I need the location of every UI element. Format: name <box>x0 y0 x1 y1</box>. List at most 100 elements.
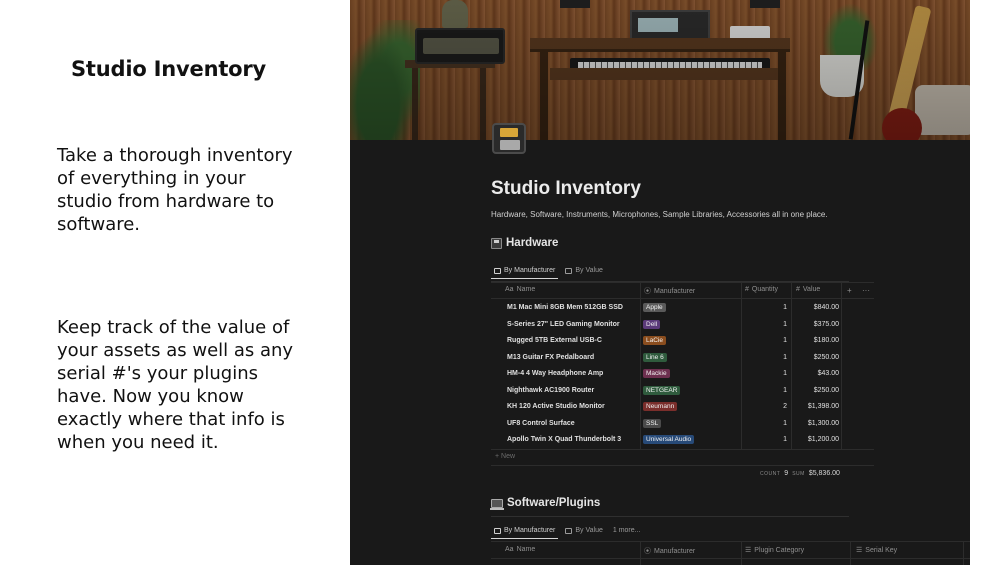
cell-quantity: 2 <box>783 403 787 410</box>
page-description[interactable]: Hardware, Software, Instruments, Microph… <box>491 210 828 219</box>
select-type-icon: ⦿ <box>644 548 651 555</box>
new-row-button[interactable]: + New <box>495 453 515 460</box>
cell-value: $180.00 <box>813 337 839 344</box>
tab-label: By Value <box>575 267 603 274</box>
hardware-heading-label: Hardware <box>506 237 559 249</box>
cell-quantity: 1 <box>783 386 787 394</box>
cell-value: $1,300.00 <box>807 419 839 427</box>
cover-image[interactable] <box>350 0 970 140</box>
cell-value: $375.00 <box>813 320 839 328</box>
hardware-heading[interactable]: Hardware <box>491 237 558 249</box>
section-divider <box>491 516 849 517</box>
table-row[interactable]: Nighthawk AC1900 Router NETGEAR 1 $250.0… <box>491 383 871 400</box>
table-icon <box>494 527 501 534</box>
cell-name: Apollo Twin X Quad Thunderbolt 3 <box>507 436 622 443</box>
software-view-tabs: By Manufacturer By Value 1 more... <box>490 527 641 539</box>
table-row[interactable]: S-Series 27" LED Gaming Monitor Dell 1 $… <box>491 317 871 334</box>
software-table-top-border <box>491 541 970 542</box>
column-header-quantity[interactable]: # Quantity <box>745 286 778 293</box>
cell-value: $1,200.00 <box>807 436 839 443</box>
manufacturer-tag: Line 6 <box>643 352 667 362</box>
tab-label: By Value <box>575 527 603 534</box>
column-header-label: Manufacturer <box>654 547 696 555</box>
column-divider <box>741 541 742 565</box>
table-row[interactable]: HM-4 4 Way Headphone Amp Mackie 1 $43.00 <box>491 366 871 383</box>
manufacturer-tag: Dell <box>643 319 661 329</box>
cover-shade <box>350 0 970 140</box>
hardware-view-tabs: By Manufacturer By Value <box>490 267 603 279</box>
tab-by-manufacturer[interactable]: By Manufacturer <box>490 267 559 279</box>
tab-label: 1 more... <box>612 527 641 534</box>
floppy-label <box>500 128 518 137</box>
manufacturer-tag: LaCie <box>643 336 666 345</box>
cell-name: M1 Mac Mini 8GB Mem 512GB SSD <box>507 304 623 311</box>
marketing-paragraph-2: Keep track of the value of your assets a… <box>57 317 294 453</box>
number-type-icon: # <box>796 286 800 293</box>
table-icon <box>565 527 573 534</box>
software-heading-label: Software/Plugins <box>507 497 601 509</box>
column-header-label: Value <box>802 286 821 293</box>
table-row[interactable]: M13 Guitar FX Pedalboard Line 6 1 $250.0… <box>491 350 871 367</box>
table-row[interactable]: Rugged 5TB External USB-C LaCie 1 $180.0… <box>491 333 871 350</box>
cell-quantity: 1 <box>783 337 787 344</box>
cell-quantity: 1 <box>783 370 787 377</box>
tab-by-value[interactable]: By Value <box>565 267 603 279</box>
sum-value: $5,836.00 <box>808 470 840 477</box>
header-bottom-border <box>491 298 874 299</box>
manufacturer-tag: Apple <box>643 303 666 312</box>
column-header-serial-key[interactable]: ☰ Serial Key <box>856 546 898 555</box>
manufacturer-tag: SSL <box>643 418 662 428</box>
cell-value: $43.00 <box>817 370 839 377</box>
column-header-manufacturer[interactable]: ⦿ Manufacturer <box>644 546 695 556</box>
cell-name: Nighthawk AC1900 Router <box>507 386 595 394</box>
select-type-icon: ⦿ <box>644 288 651 295</box>
tab-by-manufacturer[interactable]: By Manufacturer <box>490 527 559 539</box>
column-header-name[interactable]: Aa Name <box>505 286 535 293</box>
cell-quantity: 1 <box>783 320 787 328</box>
software-heading[interactable]: Software/Plugins <box>490 497 601 510</box>
manufacturer-tag: Neumann <box>643 402 678 411</box>
cell-name: KH 120 Active Studio Monitor <box>507 403 605 410</box>
cell-quantity: 1 <box>783 353 787 361</box>
page-title[interactable]: Studio Inventory <box>491 178 641 200</box>
tab-more-views[interactable]: 1 more... <box>613 527 641 539</box>
table-bottom-border <box>491 449 874 450</box>
column-header-label: Name <box>516 546 536 553</box>
text-type-icon: Aa <box>505 546 514 553</box>
table-summary[interactable]: COUNT 9 SUM $5,836.00 <box>760 470 840 477</box>
software-header-bottom-border <box>491 558 970 559</box>
list-type-icon: ☰ <box>856 547 863 554</box>
marketing-paragraph-1: Take a thorough inventory of everything … <box>57 145 293 235</box>
tab-by-value[interactable]: By Value <box>565 527 603 539</box>
column-header-name[interactable]: Aa Name <box>505 546 535 553</box>
column-header-label: Serial Key <box>865 546 898 554</box>
column-header-label: Manufacturer <box>654 287 696 295</box>
sum-label: SUM <box>792 471 805 477</box>
column-header-label: Plugin Category <box>754 546 805 554</box>
column-header-plugin-category[interactable]: ☰ Plugin Category <box>745 546 805 555</box>
table-icon <box>494 267 501 274</box>
table-row[interactable]: Apollo Twin X Quad Thunderbolt 3 Univers… <box>491 432 871 449</box>
manufacturer-tag: Universal Audio <box>643 435 695 444</box>
cell-value: $250.00 <box>813 353 839 361</box>
count-value: 9 <box>784 470 789 477</box>
floppy-disk-icon[interactable] <box>492 123 526 154</box>
manufacturer-tag: NETGEAR <box>643 385 681 395</box>
column-header-manufacturer[interactable]: ⦿ Manufacturer <box>644 286 695 296</box>
manufacturer-tag: Mackie <box>643 369 670 378</box>
column-header-label: Quantity <box>751 286 778 293</box>
table-row[interactable]: UF8 Control Surface SSL 1 $1,300.00 <box>491 416 871 433</box>
more-options-icon[interactable]: ··· <box>862 286 870 295</box>
cell-value: $250.00 <box>813 386 839 394</box>
add-column-icon[interactable]: + <box>847 286 852 295</box>
count-label: COUNT <box>760 471 781 477</box>
column-divider <box>963 541 964 565</box>
number-type-icon: # <box>745 286 749 293</box>
table-row[interactable]: M1 Mac Mini 8GB Mem 512GB SSD Apple 1 $8… <box>491 300 871 317</box>
column-header-value[interactable]: # Value <box>796 286 820 293</box>
table-row[interactable]: KH 120 Active Studio Monitor Neumann 2 $… <box>491 399 871 416</box>
cell-value: $840.00 <box>813 304 839 311</box>
floppy-shutter <box>500 140 520 150</box>
cell-quantity: 1 <box>783 304 787 311</box>
column-divider <box>850 541 851 565</box>
